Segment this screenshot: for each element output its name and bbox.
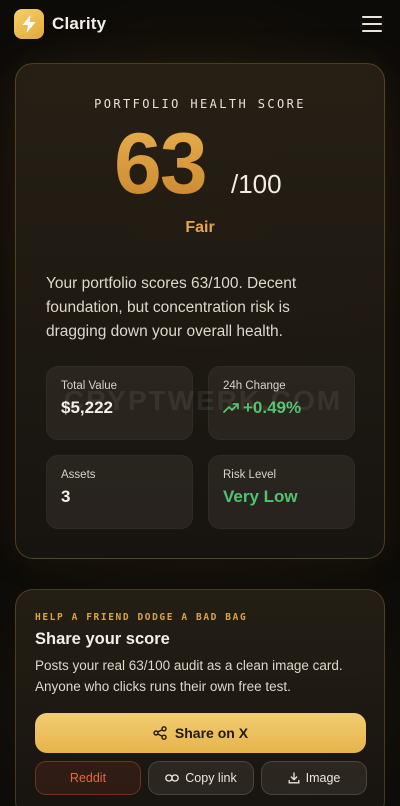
image-label: Image — [305, 771, 341, 785]
stat-total-value: Total Value $5,222 — [46, 366, 193, 440]
share-icon — [153, 726, 167, 740]
total-value-amount: $5,222 — [61, 398, 113, 417]
stat-value: Very Low — [223, 487, 340, 507]
score-label: PORTFOLIO HEALTH SCORE — [94, 97, 306, 111]
stat-risk-level: Risk Level Very Low — [208, 455, 355, 529]
change-percent: +0.49% — [243, 398, 302, 417]
stat-value: $5,222 — [61, 398, 178, 418]
download-image-button[interactable]: Image — [261, 761, 367, 795]
reddit-label: Reddit — [69, 771, 107, 785]
link-icon — [165, 773, 180, 783]
stat-label: Assets — [61, 469, 96, 481]
copy-link-label: Copy link — [185, 771, 237, 785]
stat-assets: Assets 3 — [46, 455, 193, 529]
download-icon — [288, 772, 300, 784]
score-value: 63 — [114, 116, 208, 212]
stat-label: Total Value — [61, 380, 118, 392]
brand[interactable]: Clarity — [14, 9, 106, 39]
share-on-x-button[interactable]: Share on X — [35, 713, 366, 753]
app-header: Clarity — [0, 0, 400, 48]
portfolio-health-card: PORTFOLIO HEALTH SCORE 63 /100 Fair Your… — [15, 63, 385, 559]
trending-up-icon — [223, 402, 239, 414]
score-rating: Fair — [185, 219, 215, 236]
score-max: /100 — [231, 169, 282, 199]
share-card: HELP A FRIEND DODGE A BAD BAG Share your… — [15, 589, 385, 806]
brand-name: Clarity — [52, 14, 107, 33]
hamburger-menu-icon[interactable] — [362, 16, 382, 32]
stat-value: +0.49% — [223, 398, 340, 418]
stat-label: Risk Level — [223, 469, 277, 481]
stat-24h-change: 24h Change +0.49% — [208, 366, 355, 440]
lightning-bolt-icon — [14, 9, 44, 39]
assets-count: 3 — [61, 487, 71, 506]
reddit-button[interactable]: Reddit — [35, 761, 141, 795]
share-title: Share your score — [35, 630, 170, 648]
share-on-x-label: Share on X — [174, 725, 249, 741]
share-eyebrow: HELP A FRIEND DODGE A BAD BAG — [35, 612, 248, 623]
risk-level-value: Very Low — [223, 487, 298, 506]
share-description: Posts your real 63/100 audit as a clean … — [35, 658, 343, 694]
stat-value: 3 — [61, 487, 178, 507]
score-description: Your portfolio scores 63/100. Decent fou… — [46, 275, 297, 340]
copy-link-button[interactable]: Copy link — [148, 761, 254, 795]
stat-label: 24h Change — [223, 380, 286, 392]
score-row: 63 /100 — [16, 119, 384, 209]
